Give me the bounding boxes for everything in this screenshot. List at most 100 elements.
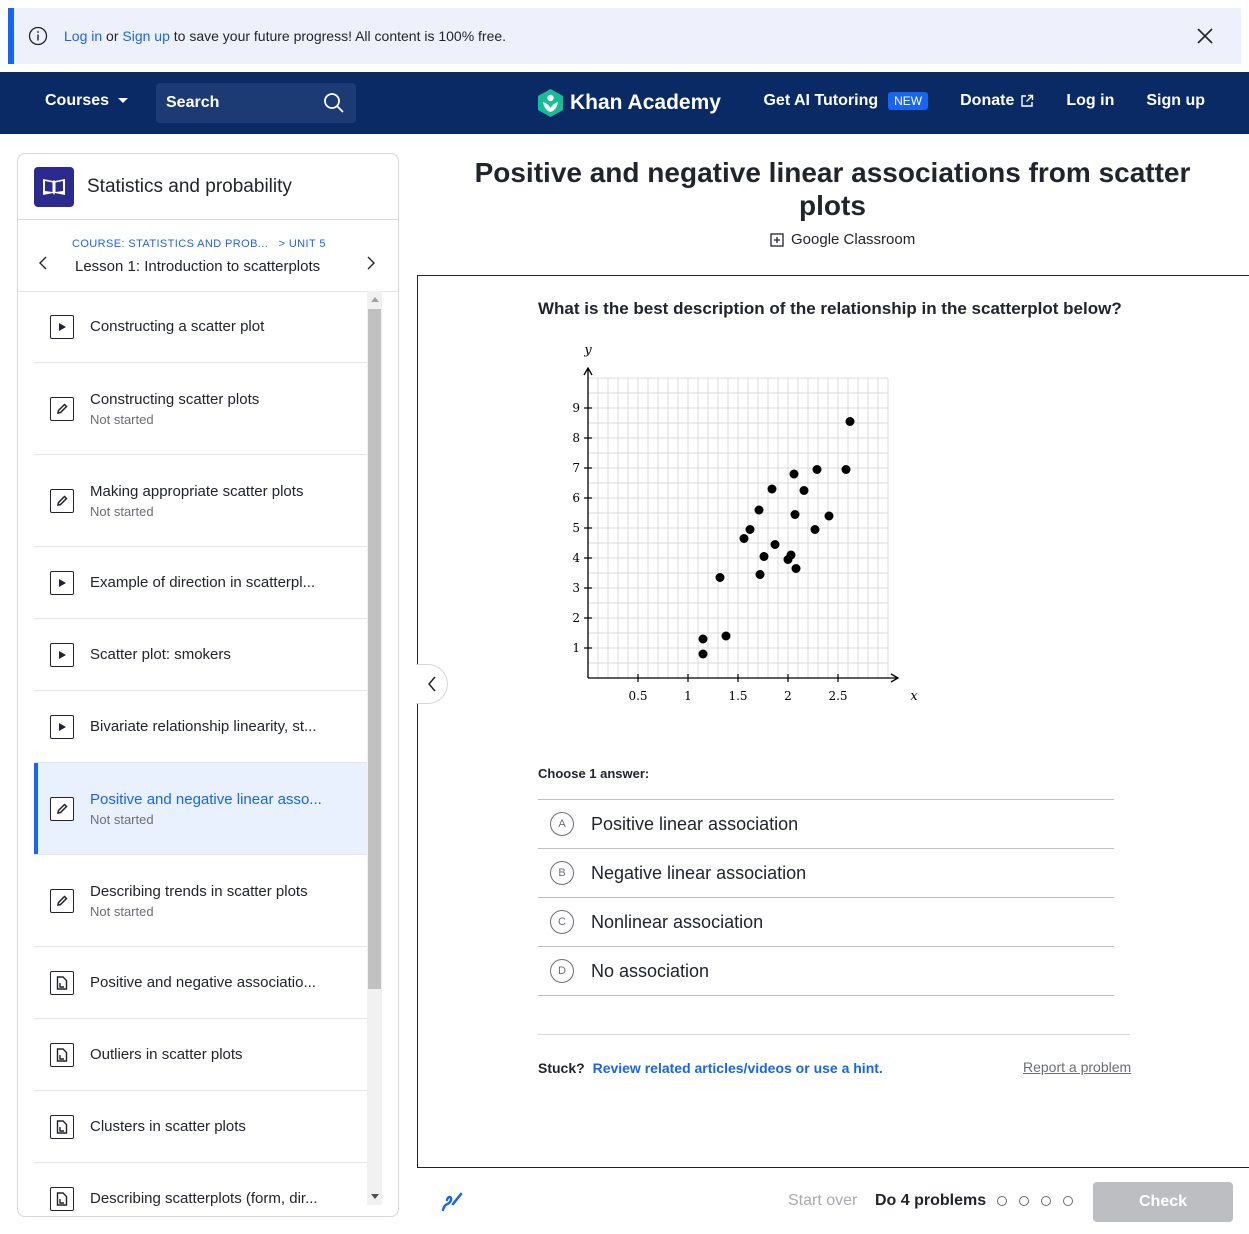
exercise-panel: What is the best description of the rela… bbox=[417, 275, 1249, 1168]
sidebar-item-text: Bivariate relationship linearity, st... bbox=[90, 718, 317, 735]
new-badge: NEW bbox=[888, 92, 929, 110]
signup-banner: Log in or Sign up to save your future pr… bbox=[8, 8, 1241, 64]
sidebar-item-status: Not started bbox=[90, 811, 154, 827]
video-icon bbox=[50, 642, 74, 667]
x-tick-label: 0.5 bbox=[628, 689, 647, 703]
breadcrumb: COURSE: STATISTICS AND PROB... > UNIT 5 bbox=[72, 238, 326, 250]
y-tick-label: 1 bbox=[572, 641, 580, 655]
stuck-label: Stuck? bbox=[538, 1060, 585, 1076]
start-over-button[interactable]: Start over bbox=[788, 1192, 857, 1210]
sidebar-item[interactable]: Clusters in scatter plots bbox=[34, 1091, 367, 1163]
x-tick-label: 1 bbox=[684, 689, 692, 703]
answer-letter[interactable]: B bbox=[550, 861, 574, 885]
y-tick-label: 5 bbox=[572, 521, 580, 535]
data-point bbox=[841, 465, 851, 474]
sidebar-item-text: Describing scatterplots (form, dir... bbox=[90, 1190, 318, 1207]
data-point bbox=[791, 564, 801, 573]
sidebar-item[interactable]: Positive and negative associatio... bbox=[34, 947, 367, 1019]
sidebar-item[interactable]: Describing trends in scatter plots Not st… bbox=[34, 855, 367, 947]
lesson-list: Constructing a scatter plot Constructing … bbox=[34, 291, 367, 1216]
sidebar-item-text: Clusters in scatter plots bbox=[90, 1118, 246, 1135]
close-icon[interactable] bbox=[1195, 26, 1215, 46]
article-icon bbox=[50, 1114, 74, 1139]
sidebar-item-text: Constructing scatter plots Not started bbox=[90, 391, 259, 427]
chevron-left-icon[interactable] bbox=[38, 256, 48, 270]
data-point bbox=[715, 573, 725, 582]
chevron-right-icon[interactable] bbox=[366, 256, 376, 270]
answer-letter[interactable]: D bbox=[550, 959, 574, 983]
answer-choice[interactable]: A Positive linear association bbox=[538, 800, 1114, 849]
answer-choice[interactable]: C Nonlinear association bbox=[538, 898, 1114, 947]
answer-choice[interactable]: B Negative linear association bbox=[538, 849, 1114, 898]
sidebar-item-text: Outliers in scatter plots bbox=[90, 1046, 243, 1063]
question-text: What is the best description of the rela… bbox=[538, 299, 1122, 318]
chevron-down-icon bbox=[118, 98, 129, 103]
scroll-down-arrow[interactable] bbox=[371, 1194, 379, 1199]
sidebar-item[interactable]: Constructing scatter plots Not started bbox=[34, 363, 367, 455]
sidebar-item-status: Not started bbox=[90, 411, 154, 427]
scroll-up-arrow[interactable] bbox=[371, 297, 379, 302]
breadcrumb-course[interactable]: COURSE: STATISTICS AND PROB... bbox=[72, 238, 268, 250]
breadcrumb-unit[interactable]: > UNIT 5 bbox=[279, 238, 326, 250]
progress-dot bbox=[1041, 1196, 1051, 1206]
search-box[interactable] bbox=[156, 83, 356, 123]
answer-choices: A Positive linear association B Negative li… bbox=[538, 799, 1114, 996]
search-icon[interactable] bbox=[323, 92, 345, 114]
y-tick-label: 8 bbox=[572, 431, 580, 445]
sidebar-item[interactable]: Describing scatterplots (form, dir... bbox=[34, 1163, 367, 1216]
khan-academy-logo[interactable]: Khan Academy bbox=[537, 88, 721, 118]
google-classroom-label: Google Classroom bbox=[791, 231, 916, 248]
sidebar-item-label: Constructing a scatter plot bbox=[90, 318, 265, 335]
report-problem-link[interactable]: Report a problem bbox=[1023, 1059, 1131, 1075]
scratchpad-icon[interactable] bbox=[439, 1188, 465, 1214]
search-input[interactable] bbox=[166, 94, 316, 112]
sidebar-scrollbar[interactable] bbox=[367, 291, 382, 1205]
pencil-icon bbox=[50, 888, 74, 913]
y-tick-label: 3 bbox=[572, 581, 580, 595]
sidebar-item[interactable]: Example of direction in scatterpl... bbox=[34, 547, 367, 619]
donate-link[interactable]: Donate bbox=[960, 92, 1034, 110]
sidebar-item-text: Making appropriate scatter plots Not star… bbox=[90, 483, 303, 519]
check-button[interactable]: Check bbox=[1093, 1182, 1233, 1222]
courses-label: Courses bbox=[45, 92, 110, 109]
banner-signup-link[interactable]: Sign up bbox=[122, 28, 169, 44]
hint-link[interactable]: Review related articles/videos or use a … bbox=[593, 1060, 883, 1076]
sidebar-item-label: Example of direction in scatterpl... bbox=[90, 574, 316, 591]
sidebar-item[interactable]: Bivariate relationship linearity, st... bbox=[34, 691, 367, 763]
sidebar-item-label: Making appropriate scatter plots bbox=[90, 482, 304, 500]
y-tick-label: 6 bbox=[572, 491, 580, 505]
login-link[interactable]: Log in bbox=[1066, 92, 1114, 110]
sidebar-item-label: Bivariate relationship linearity, st... bbox=[90, 718, 317, 735]
sidebar-item[interactable]: Scatter plot: smokers bbox=[34, 619, 367, 691]
google-classroom-icon bbox=[770, 232, 784, 247]
ai-tutoring-link[interactable]: Get AI Tutoring NEW bbox=[763, 92, 929, 110]
y-tick-label: 7 bbox=[572, 461, 580, 475]
sidebar-item[interactable]: Making appropriate scatter plots Not star… bbox=[34, 455, 367, 547]
answer-letter[interactable]: C bbox=[550, 910, 574, 934]
sidebar-header[interactable]: Statistics and probability bbox=[18, 154, 398, 220]
data-point bbox=[770, 540, 780, 549]
google-classroom-button[interactable]: Google Classroom bbox=[770, 231, 915, 248]
external-link-icon bbox=[1021, 94, 1034, 107]
scroll-thumb[interactable] bbox=[368, 309, 381, 989]
signup-link[interactable]: Sign up bbox=[1146, 92, 1205, 110]
exercise-footer: Start over Do 4 problems Check bbox=[417, 1168, 1249, 1234]
courses-menu-button[interactable]: Courses bbox=[45, 92, 129, 110]
y-axis-label: y bbox=[583, 346, 592, 358]
progress-dots bbox=[997, 1196, 1073, 1206]
sidebar-item[interactable]: Constructing a scatter plot bbox=[34, 291, 367, 363]
progress-dot bbox=[1019, 1196, 1029, 1206]
page-title: Positive and negative linear association… bbox=[474, 157, 1191, 221]
banner-login-link[interactable]: Log in bbox=[64, 28, 102, 44]
answer-letter[interactable]: A bbox=[550, 812, 574, 836]
x-tick-label: 2 bbox=[784, 689, 792, 703]
answer-choice[interactable]: D No association bbox=[538, 947, 1114, 996]
data-point bbox=[812, 465, 822, 474]
stuck-section: Stuck? Review related articles/videos or… bbox=[538, 1060, 883, 1076]
data-point bbox=[845, 417, 855, 426]
sidebar-item[interactable]: Positive and negative linear asso... Not … bbox=[34, 763, 367, 855]
sidebar-item-text: Positive and negative associatio... bbox=[90, 974, 316, 991]
x-tick-label: 1.5 bbox=[728, 689, 747, 703]
sidebar-item-label: Positive and negative associatio... bbox=[90, 974, 316, 991]
sidebar-item[interactable]: Outliers in scatter plots bbox=[34, 1019, 367, 1091]
